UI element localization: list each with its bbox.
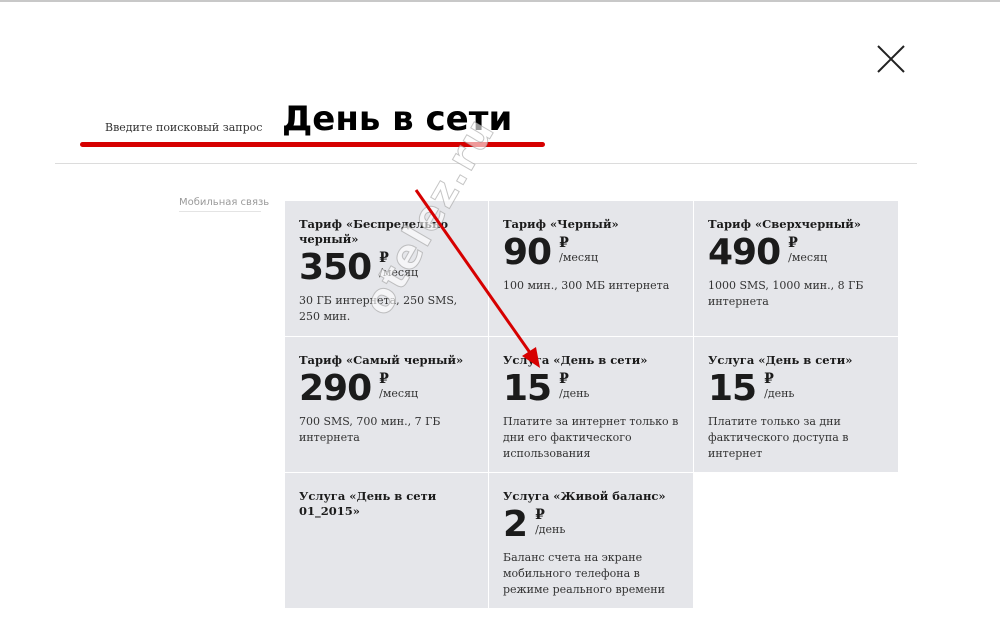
- result-card[interactable]: Услуга «День в сети 01_2015»: [285, 473, 488, 608]
- card-title: Тариф «Беспредельно черный»: [299, 217, 449, 246]
- card-title: Услуга «День в сети»: [708, 353, 853, 367]
- price-period: /месяц: [379, 387, 419, 400]
- ruble-icon: ₽: [764, 371, 774, 387]
- ruble-icon: ₽: [559, 235, 569, 251]
- close-button[interactable]: [874, 42, 908, 76]
- price-amount: 290: [299, 368, 372, 409]
- result-card[interactable]: Тариф «Сверхчерный» 490 ₽/месяц 1000 SMS…: [694, 201, 898, 336]
- card-title: Тариф «Сверхчерный»: [708, 217, 861, 231]
- search-input[interactable]: [282, 96, 582, 142]
- price: 15 ₽/день: [708, 370, 884, 408]
- category-mobile[interactable]: Мобильная связь: [179, 197, 269, 208]
- search-highlight-underline: [80, 142, 545, 147]
- search-divider: [55, 163, 917, 164]
- card-title: Тариф «Черный»: [503, 217, 619, 231]
- price-period: /месяц: [788, 251, 828, 264]
- price-amount: 90: [503, 232, 552, 273]
- ruble-icon: ₽: [535, 507, 545, 523]
- price: 90 ₽/месяц: [503, 234, 679, 272]
- card-description: Платите за интернет только в дни его фак…: [503, 415, 679, 460]
- price-period: /день: [535, 523, 566, 536]
- search-label: Введите поисковый запрос: [105, 121, 263, 134]
- card-title: Услуга «Живой баланс»: [503, 489, 666, 503]
- card-description: Баланс счета на экране мобильного телефо…: [503, 551, 665, 596]
- card-description: 1000 SMS, 1000 мин., 8 ГБ интернета: [708, 279, 864, 308]
- price-period: /день: [764, 387, 795, 400]
- price-period: /месяц: [559, 251, 599, 264]
- card-title: Тариф «Самый черный»: [299, 353, 464, 367]
- category-underline: [179, 211, 261, 212]
- result-card[interactable]: Услуга «День в сети» 15 ₽/день Платите з…: [489, 337, 693, 472]
- card-title: Услуга «День в сети 01_2015»: [299, 489, 437, 518]
- ruble-icon: ₽: [379, 250, 389, 266]
- price-period: /день: [559, 387, 590, 400]
- price-amount: 490: [708, 232, 781, 273]
- result-card[interactable]: Тариф «Самый черный» 290 ₽/месяц 700 SMS…: [285, 337, 488, 472]
- price: 490 ₽/месяц: [708, 234, 884, 272]
- results-grid: Тариф «Беспредельно черный» 350 ₽/месяц …: [285, 201, 898, 608]
- result-card[interactable]: Тариф «Черный» 90 ₽/месяц 100 мин., 300 …: [489, 201, 693, 336]
- card-title: Услуга «День в сети»: [503, 353, 648, 367]
- card-description: 30 ГБ интернета, 250 SMS, 250 мин.: [299, 294, 458, 323]
- result-card[interactable]: Услуга «Живой баланс» 2 ₽/день Баланс сч…: [489, 473, 693, 608]
- price: 2 ₽/день: [503, 506, 679, 544]
- ruble-icon: ₽: [379, 371, 389, 387]
- price: 290 ₽/месяц: [299, 370, 474, 408]
- ruble-icon: ₽: [559, 371, 569, 387]
- card-description: 700 SMS, 700 мин., 7 ГБ интернета: [299, 415, 441, 444]
- top-border: [0, 0, 1000, 2]
- price: 15 ₽/день: [503, 370, 679, 408]
- ruble-icon: ₽: [788, 235, 798, 251]
- result-card[interactable]: Тариф «Беспредельно черный» 350 ₽/месяц …: [285, 201, 488, 336]
- result-card[interactable]: Услуга «День в сети» 15 ₽/день Платите т…: [694, 337, 898, 472]
- close-icon: [877, 45, 905, 73]
- card-description: 100 мин., 300 МБ интернета: [503, 279, 670, 292]
- price-amount: 15: [503, 368, 552, 409]
- price-amount: 2: [503, 504, 528, 545]
- price-amount: 350: [299, 247, 372, 288]
- price-period: /месяц: [379, 266, 419, 279]
- price-amount: 15: [708, 368, 757, 409]
- price: 350 ₽/месяц: [299, 249, 474, 287]
- card-description: Платите только за дни фактического досту…: [708, 415, 849, 460]
